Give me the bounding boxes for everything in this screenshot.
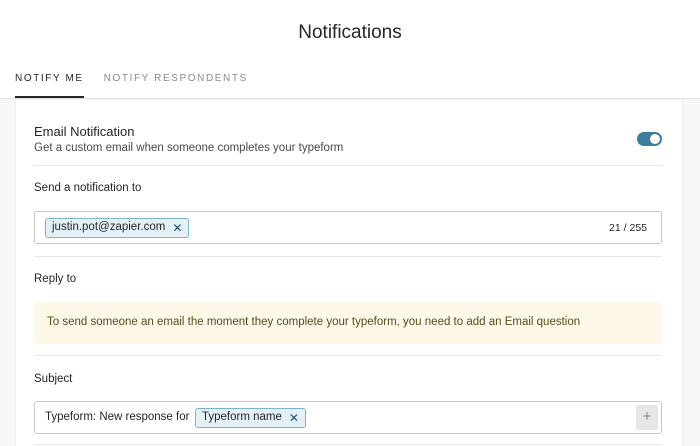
tab-bar: NOTIFY ME NOTIFY RESPONDENTS — [15, 67, 268, 98]
email-notification-title: Email Notification — [34, 124, 135, 139]
divider — [34, 165, 662, 166]
tab-notify-me[interactable]: NOTIFY ME — [15, 67, 84, 98]
toggle-knob — [650, 134, 660, 144]
recipients-field[interactable]: justin.pot@zapier.com ✕ 21 / 255 — [34, 211, 662, 244]
recipient-email: justin.pot@zapier.com — [52, 221, 166, 233]
header: Notifications NOTIFY ME NOTIFY RESPONDEN… — [0, 0, 700, 99]
email-notification-description: Get a custom email when someone complete… — [34, 142, 344, 154]
close-icon[interactable]: ✕ — [289, 411, 299, 425]
tab-notify-respondents[interactable]: NOTIFY RESPONDENTS — [104, 67, 248, 98]
divider — [34, 256, 662, 257]
divider — [34, 444, 662, 445]
notification-settings-card: Email Notification Get a custom email wh… — [16, 100, 682, 446]
reply-to-label: Reply to — [34, 273, 77, 285]
divider — [34, 355, 662, 356]
recipient-chip: justin.pot@zapier.com ✕ — [45, 218, 190, 238]
close-icon[interactable]: ✕ — [172, 221, 182, 235]
page-title: Notifications — [298, 22, 402, 43]
subject-label: Subject — [34, 373, 73, 385]
add-variable-button[interactable]: + — [636, 405, 658, 430]
character-counter: 21 / 255 — [609, 222, 647, 234]
email-notification-toggle[interactable] — [637, 132, 662, 146]
subject-field[interactable]: Typeform: New response for Typeform name… — [34, 401, 662, 434]
reply-to-notice: To send someone an email the moment they… — [34, 302, 662, 344]
variable-name: Typeform name — [202, 411, 282, 423]
variable-chip: Typeform name ✕ — [195, 408, 306, 428]
subject-text: Typeform: New response for — [45, 411, 190, 423]
send-to-label: Send a notification to — [34, 182, 142, 194]
